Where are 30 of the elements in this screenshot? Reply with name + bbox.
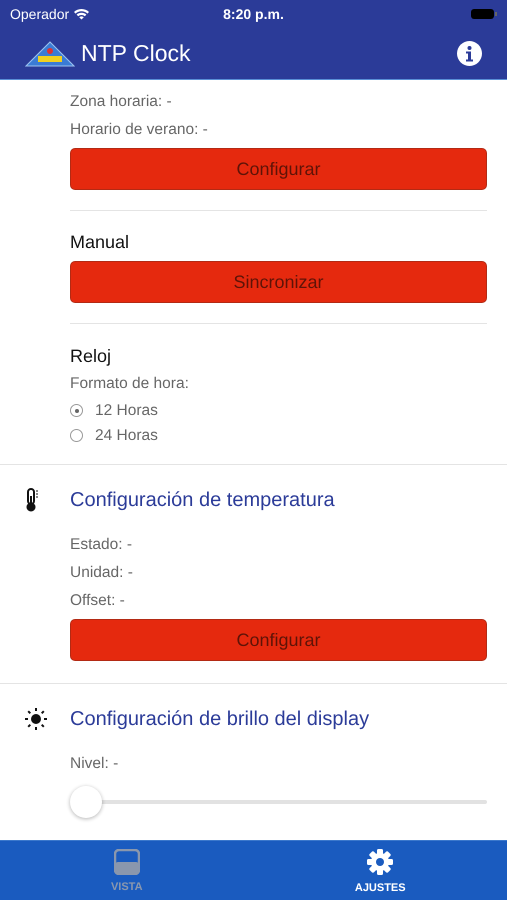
field-label: Horario de verano: - — [70, 120, 209, 140]
radio-button[interactable] — [70, 429, 83, 442]
logo-icon — [25, 40, 75, 66]
option-label: 12 Horas — [95, 401, 158, 421]
section-heading: Configuración de brillo del display — [70, 707, 370, 732]
field-label: Nivel: - — [70, 754, 120, 774]
clock-time: 8:20 p.m. — [223, 6, 284, 22]
slider-thumb[interactable] — [70, 786, 102, 818]
field-label: Zona horaria: - — [70, 92, 173, 112]
settings-icon — [366, 848, 394, 876]
sun-icon — [25, 708, 47, 730]
option-label: 24 Horas — [95, 426, 158, 446]
field-label: Offset: - — [70, 591, 126, 611]
app-title: NTP Clock — [81, 39, 190, 68]
carrier-label: Operador — [10, 4, 70, 24]
radio-button[interactable] — [70, 404, 83, 417]
brightness-slider[interactable] — [70, 786, 487, 818]
wifi-icon — [73, 8, 90, 20]
battery-icon — [471, 8, 497, 20]
field-label: Formato de hora: — [70, 374, 190, 394]
tab-item[interactable]: AJUSTES — [254, 841, 507, 900]
thermometer-icon — [25, 488, 39, 512]
tab-item[interactable]: VISTA — [0, 841, 254, 900]
section-title: Manual — [70, 231, 130, 254]
display-icon — [114, 848, 140, 875]
info-icon[interactable] — [457, 41, 482, 66]
field-label: Estado: - — [70, 535, 134, 555]
section-title: Reloj — [70, 345, 112, 368]
field-label: Unidad: - — [70, 563, 134, 583]
section-heading: Configuración de temperatura — [70, 488, 335, 513]
